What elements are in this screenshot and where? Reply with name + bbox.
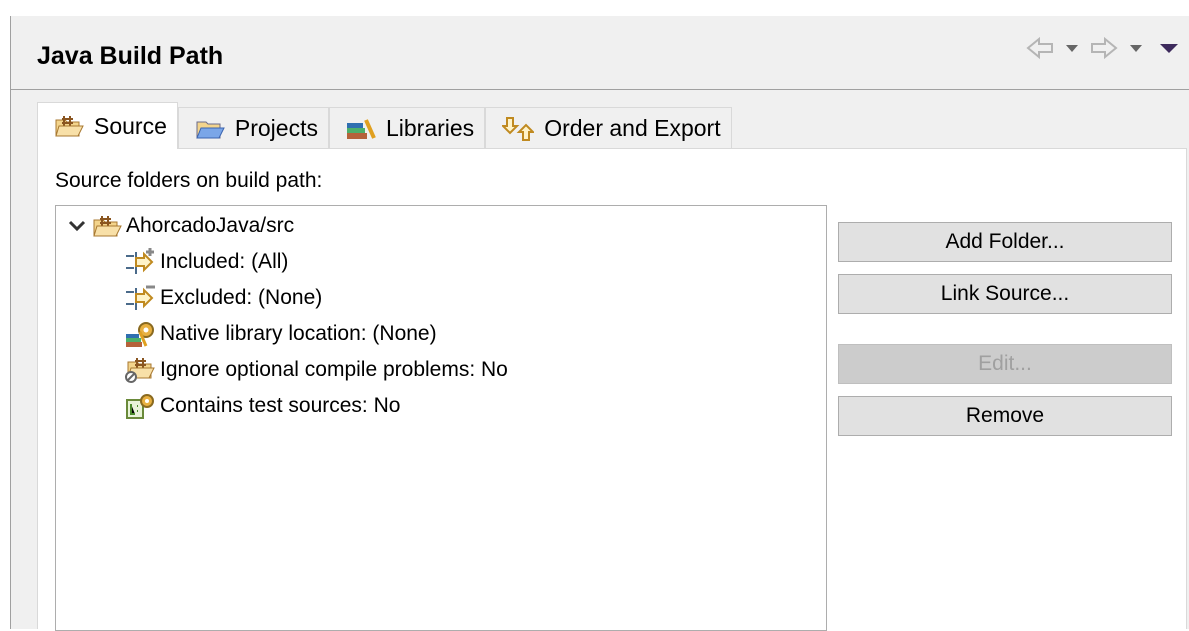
tab-label: Source [94, 112, 167, 139]
tree-item-label: Native library location: (None) [160, 322, 437, 345]
source-folder-icon [92, 214, 122, 238]
tree-item-label: Excluded: (None) [160, 286, 323, 309]
tab-label: Libraries [385, 115, 475, 141]
arrow-left-icon[interactable] [1025, 36, 1055, 60]
add-folder-button[interactable]: Add Folder... [838, 222, 1172, 262]
properties-page: Java Build Path Source Projects Librarie… [10, 16, 1189, 631]
tab-label: Projects [234, 115, 318, 141]
native-library-icon [124, 320, 156, 348]
tree-item-included[interactable]: Included: (All) [124, 246, 288, 278]
remove-button[interactable]: Remove [838, 396, 1172, 436]
arrow-right-icon[interactable] [1089, 36, 1119, 60]
chevron-down-icon[interactable] [1065, 43, 1079, 53]
ignore-problems-icon [124, 356, 156, 384]
order-export-icon [502, 116, 535, 142]
source-tab-panel: Source folders on build path: AhorcadoJa… [37, 148, 1187, 631]
source-folders-tree[interactable]: AhorcadoJava/src Included: (All) Exclude… [55, 205, 827, 631]
tree-item-label: Ignore optional compile problems: No [160, 358, 508, 381]
tree-item-test-sources[interactable]: Contains test sources: No [124, 390, 400, 422]
link-source-button[interactable]: Link Source... [838, 274, 1172, 314]
tab-projects[interactable]: Projects [177, 107, 329, 149]
test-sources-icon [124, 392, 156, 420]
nav-toolbar [1025, 36, 1179, 60]
chevron-down-icon[interactable] [66, 218, 88, 234]
chevron-down-icon[interactable] [1129, 43, 1143, 53]
inclusion-filter-icon [124, 248, 156, 276]
projects-folder-icon [195, 117, 225, 141]
tree-item-label: AhorcadoJava/src [126, 214, 295, 237]
tab-bar: Source Projects Libraries Order and Expo… [37, 102, 732, 149]
page-title: Java Build Path [37, 42, 224, 70]
edit-button[interactable]: Edit... [838, 344, 1172, 384]
source-folder-icon [54, 114, 84, 138]
exclusion-filter-icon [124, 284, 156, 312]
tab-label: Order and Export [544, 115, 721, 141]
tree-item-excluded[interactable]: Excluded: (None) [124, 282, 322, 314]
tree-item-native-library[interactable]: Native library location: (None) [124, 318, 437, 350]
tab-libraries[interactable]: Libraries [328, 107, 486, 149]
view-menu-icon[interactable] [1159, 42, 1179, 54]
source-folders-label: Source folders on build path: [55, 169, 323, 192]
tab-order-and-export[interactable]: Order and Export [485, 107, 732, 149]
tree-item-label: Contains test sources: No [160, 394, 401, 417]
tab-source[interactable]: Source [37, 102, 178, 149]
tree-item-ignore-problems[interactable]: Ignore optional compile problems: No [124, 354, 508, 386]
divider [11, 89, 1189, 90]
tree-item-label: Included: (All) [160, 250, 289, 273]
libraries-icon [346, 117, 376, 141]
tree-item-root[interactable]: AhorcadoJava/src [66, 210, 294, 242]
